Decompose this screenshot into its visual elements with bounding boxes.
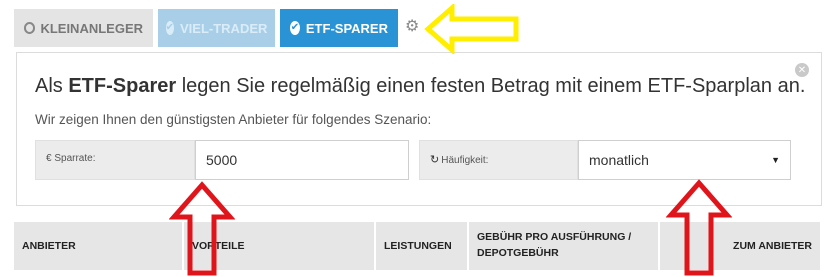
- haeufigkeit-select[interactable]: monatlich ▼: [578, 140, 791, 180]
- haeufigkeit-selected-value: monatlich: [589, 152, 649, 168]
- tab-kleinanleger[interactable]: KLEINANLEGER: [14, 9, 153, 47]
- radio-unchecked-icon: [24, 22, 36, 34]
- headline-bold: ETF-Sparer: [68, 75, 177, 97]
- caret-down-icon: ▼: [771, 155, 780, 165]
- haeufigkeit-label-text: Häufigkeit:: [441, 155, 489, 166]
- check-circle-icon: ✔: [290, 21, 300, 35]
- panel-subline: Wir zeigen Ihnen den günstigsten Anbiete…: [35, 112, 432, 127]
- haeufigkeit-label: ↻ Häufigkeit:: [419, 140, 578, 180]
- th-gebuehr[interactable]: GEBÜHR PRO AUSFÜHRUNG / DEPOTGEBÜHR: [469, 222, 660, 270]
- tab-viel-trader-label: VIEL-TRADER: [180, 20, 268, 36]
- tab-kleinanleger-label: KLEINANLEGER: [40, 20, 143, 36]
- sparrate-input[interactable]: 5000: [195, 140, 409, 180]
- tab-etf-sparer[interactable]: ✔ ETF-SPARER: [280, 9, 398, 47]
- th-zum-anbieter[interactable]: ZUM ANBIETER: [660, 222, 820, 270]
- sparrate-field: € Sparrate: 5000: [35, 140, 409, 180]
- tab-bar: KLEINANLEGER ✔ VIEL-TRADER ✔ ETF-SPARER: [14, 9, 403, 47]
- sparrate-label: € Sparrate:: [35, 140, 195, 180]
- th-vorteile[interactable]: VORTEILE: [184, 222, 376, 270]
- headline-prefix: Als: [35, 75, 69, 97]
- check-circle-icon: ✔: [165, 21, 174, 35]
- headline-suffix: legen Sie regelmäßig einen festen Betrag…: [176, 75, 806, 97]
- gear-icon[interactable]: ⚙: [405, 19, 419, 35]
- results-table-header: ANBIETER VORTEILE LEISTUNGEN GEBÜHR PRO …: [14, 222, 820, 270]
- tab-viel-trader[interactable]: ✔ VIEL-TRADER: [158, 9, 275, 47]
- scenario-panel: ✕ Als ETF-Sparer legen Sie regelmäßig ei…: [16, 52, 822, 206]
- refresh-icon: ↻: [430, 154, 440, 166]
- tab-etf-sparer-label: ETF-SPARER: [305, 20, 388, 36]
- yellow-arrow-annotation: [424, 4, 519, 54]
- th-leistungen[interactable]: LEISTUNGEN: [376, 222, 469, 270]
- th-anbieter[interactable]: ANBIETER: [14, 222, 184, 270]
- panel-headline: Als ETF-Sparer legen Sie regelmäßig eine…: [35, 75, 805, 98]
- haeufigkeit-field: ↻ Häufigkeit: monatlich ▼: [419, 140, 791, 180]
